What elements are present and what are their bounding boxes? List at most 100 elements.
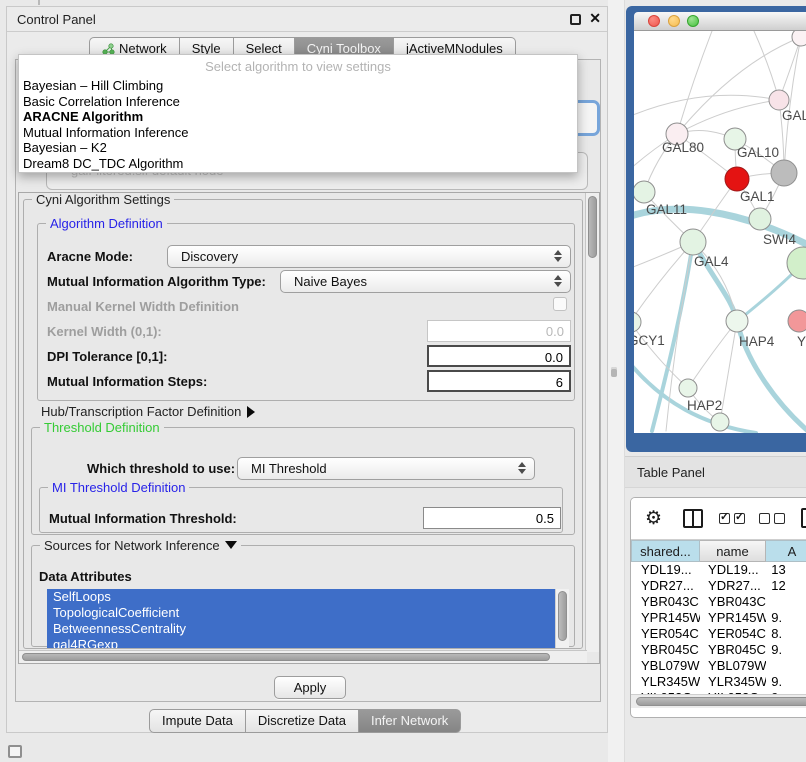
tab-infer-network[interactable]: Infer Network	[359, 709, 461, 733]
table-row[interactable]: YBR045CYBR045C9.	[631, 642, 806, 658]
algorithm-option[interactable]: Basic Correlation Inference	[19, 94, 577, 110]
sources-toggle[interactable]: Sources for Network Inference	[40, 538, 241, 553]
table-cell[interactable]: 13	[766, 562, 806, 578]
table-cell[interactable]: YBL079W	[700, 658, 766, 674]
network-node-gal1[interactable]	[725, 167, 749, 191]
table-horizontal-scrollbar[interactable]	[631, 694, 806, 708]
table-row[interactable]: YLR345WYLR345W9.	[631, 674, 806, 690]
scrollbar-thumb[interactable]	[588, 196, 597, 258]
algorithm-option[interactable]: ARACNE Algorithm	[19, 109, 577, 125]
network-node-hap4[interactable]	[726, 310, 748, 332]
table-cell[interactable]: YPR145W	[700, 610, 766, 626]
table-cell[interactable]: YBR045C	[631, 642, 700, 658]
network-edge[interactable]	[688, 321, 737, 388]
table-cell[interactable]: 12	[766, 578, 806, 594]
tab-impute-data[interactable]: Impute Data	[149, 709, 246, 733]
network-node-gcy1[interactable]	[634, 312, 641, 332]
table-cell[interactable]: YLR345W	[631, 674, 700, 690]
deselect-all-icon[interactable]	[759, 513, 785, 524]
network-node-hap2[interactable]	[679, 379, 697, 397]
manual-kernel-checkbox[interactable]	[553, 297, 567, 311]
attribute-item[interactable]: SelfLoops	[47, 589, 569, 605]
network-edge[interactable]	[720, 321, 737, 422]
table-cell[interactable]: YDR27...	[631, 578, 700, 594]
table-cell[interactable]: YER054C	[631, 626, 700, 642]
mi-type-select[interactable]: Naive Bayes	[280, 270, 571, 293]
minimize-traffic-light-icon[interactable]	[668, 15, 680, 27]
hub-definition-toggle[interactable]: Hub/Transcription Factor Definition	[41, 404, 255, 419]
table-cell[interactable]	[766, 658, 806, 674]
zoom-traffic-light-icon[interactable]	[687, 15, 699, 27]
table-row[interactable]: YDL19...YDL19...13	[631, 562, 806, 578]
attribute-item[interactable]: gal4RGexp	[47, 637, 569, 648]
which-threshold-select[interactable]: MI Threshold	[237, 457, 535, 480]
table-row[interactable]: YDR27...YDR27...12	[631, 578, 806, 594]
scrollbar-thumb[interactable]	[558, 591, 567, 641]
kernel-width-field[interactable]: 0.0	[427, 320, 571, 342]
column-header[interactable]: name	[700, 540, 766, 562]
network-edge[interactable]	[677, 31, 712, 134]
table-cell[interactable]: YDL19...	[700, 562, 766, 578]
close-traffic-light-icon[interactable]	[648, 15, 660, 27]
table-cell[interactable]: 8.	[766, 626, 806, 642]
table-cell[interactable]: YBR043C	[631, 594, 700, 610]
table-cell[interactable]: 9.	[766, 674, 806, 690]
tab-discretize-data[interactable]: Discretize Data	[246, 709, 359, 733]
attribute-item[interactable]: BetweennessCentrality	[47, 621, 569, 637]
close-icon[interactable]: ✕	[589, 10, 601, 27]
table-cell[interactable]: 9.	[766, 610, 806, 626]
document-icon[interactable]	[801, 508, 806, 528]
split-view-icon[interactable]	[683, 509, 703, 528]
algorithm-option[interactable]: Mutual Information Inference	[19, 125, 577, 141]
table-cell[interactable]: YBR043C	[700, 594, 766, 610]
algorithm-option[interactable]: Bayesian – K2	[19, 140, 577, 156]
dpi-tolerance-field[interactable]: 0.0	[427, 345, 571, 367]
scrollbar-thumb[interactable]	[22, 653, 550, 661]
table-row[interactable]: YBL079WYBL079W	[631, 658, 806, 674]
network-node-swi4[interactable]	[749, 208, 771, 230]
network-node[interactable]	[711, 413, 729, 431]
gear-icon[interactable]: ⚙	[645, 507, 662, 530]
table-cell[interactable]: 9.	[766, 642, 806, 658]
table-cell[interactable]: YDL19...	[631, 562, 700, 578]
panel-dock-icon[interactable]	[8, 745, 22, 758]
scrollbar-thumb[interactable]	[636, 697, 806, 706]
network-node-gal4[interactable]	[680, 229, 706, 255]
network-node[interactable]	[771, 160, 797, 186]
panel-divider[interactable]	[608, 0, 625, 762]
table-cell[interactable]: YPR145W	[631, 610, 700, 626]
table-cell[interactable]: YLR345W	[700, 674, 766, 690]
network-node-y[interactable]	[788, 310, 806, 332]
divider-grip-icon[interactable]	[611, 367, 617, 377]
select-all-icon[interactable]	[719, 513, 745, 524]
settings-horizontal-scrollbar[interactable]	[19, 650, 587, 663]
algorithm-option[interactable]: Bayesian – Hill Climbing	[19, 78, 577, 94]
manual-kernel-label: Manual Kernel Width Definition	[47, 299, 239, 314]
column-header[interactable]: shared...	[631, 540, 700, 562]
table-cell[interactable]: YDR27...	[700, 578, 766, 594]
network-edge[interactable]	[634, 95, 779, 117]
table-cell[interactable]: YBR045C	[700, 642, 766, 658]
column-header[interactable]: A	[766, 540, 806, 562]
apply-button[interactable]: Apply	[274, 676, 346, 699]
aracne-mode-select[interactable]: Discovery	[167, 245, 571, 268]
network-node[interactable]	[792, 31, 806, 46]
table-row[interactable]: YER054CYER054C8.	[631, 626, 806, 642]
float-window-icon[interactable]	[570, 14, 581, 25]
network-node-gal11[interactable]	[634, 181, 655, 203]
attribute-item[interactable]: TopologicalCoefficient	[47, 605, 569, 621]
table-cell[interactable]	[766, 594, 806, 610]
settings-vertical-scrollbar[interactable]	[585, 193, 599, 652]
table-cell[interactable]: YER054C	[700, 626, 766, 642]
attributes-list-scrollbar[interactable]	[555, 589, 569, 648]
table-cell[interactable]: YBL079W	[631, 658, 700, 674]
mi-steps-field[interactable]: 6	[427, 370, 571, 392]
algorithm-option[interactable]: Dream8 DC_TDC Algorithm	[19, 156, 577, 172]
network-canvas[interactable]: GALGAL80GAL10GAL1GAL11SWI4GAL4GCY1HAP4YH…	[634, 31, 806, 433]
network-edge[interactable]	[754, 31, 779, 100]
table-row[interactable]: YBR043CYBR043C	[631, 594, 806, 610]
mi-threshold-field[interactable]: 0.5	[423, 507, 561, 529]
table-row[interactable]: YPR145WYPR145W9.	[631, 610, 806, 626]
network-node-gal[interactable]	[769, 90, 789, 110]
network-window-titlebar[interactable]	[634, 12, 806, 31]
